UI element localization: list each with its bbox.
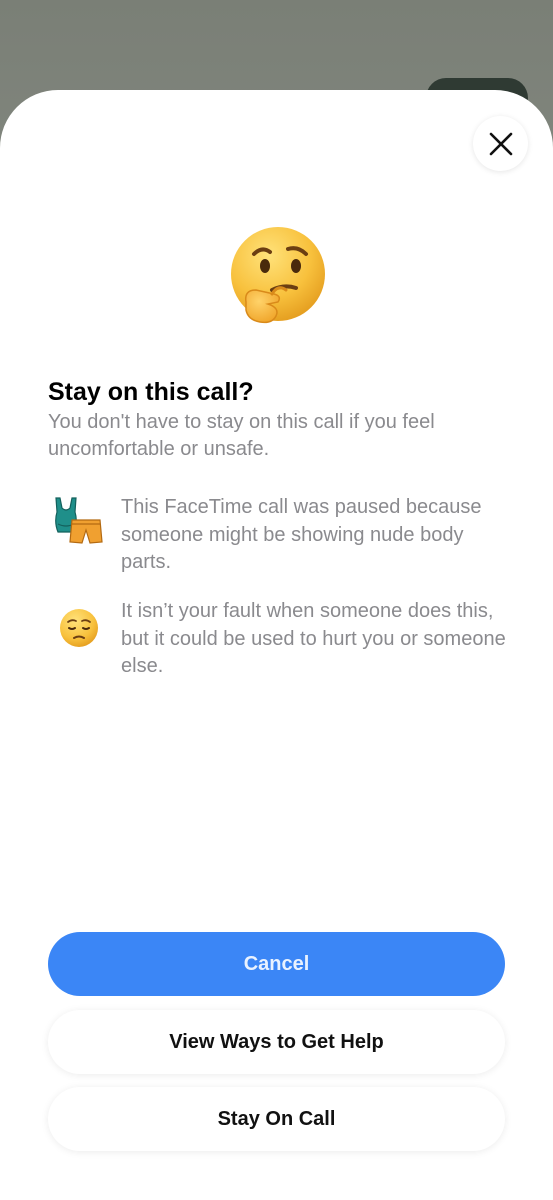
close-button[interactable] bbox=[473, 116, 528, 171]
stay-on-call-button[interactable]: Stay On Call bbox=[48, 1087, 505, 1151]
swimsuit-and-shorts-icon bbox=[55, 497, 103, 544]
sheet-title: Stay on this call? bbox=[48, 378, 254, 406]
info-item-text: This FaceTime call was paused because so… bbox=[121, 496, 482, 573]
cancel-button[interactable]: Cancel bbox=[48, 932, 505, 996]
sheet-subtitle: You don't have to stay on this call if y… bbox=[48, 411, 435, 460]
pensive-face-icon bbox=[60, 609, 98, 647]
info-item-text: It isn’t your fault when someone does th… bbox=[121, 600, 506, 677]
info-item-not-your-fault: It isn’t your fault when someone does th… bbox=[48, 596, 508, 686]
info-item-paused: This FaceTime call was paused because so… bbox=[48, 492, 508, 582]
close-icon bbox=[489, 132, 512, 155]
thinking-face-icon bbox=[231, 227, 325, 324]
view-ways-to-get-help-button[interactable]: View Ways to Get Help bbox=[48, 1010, 505, 1074]
